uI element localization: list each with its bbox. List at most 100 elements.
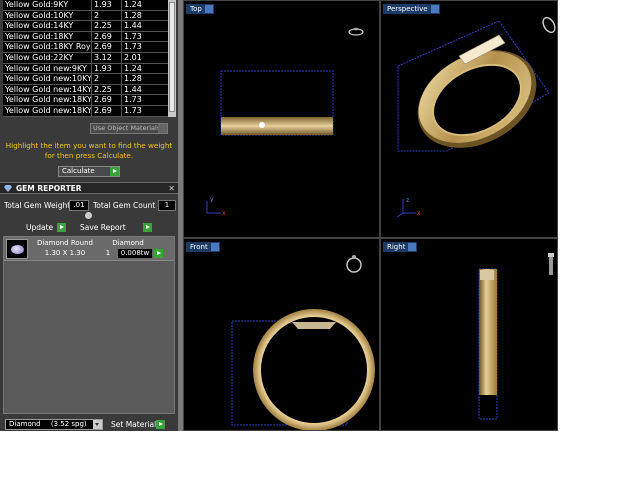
metal-table-row[interactable]: Yellow Gold:22KY 3.12 2.01 [3,52,176,64]
top-view-canvas: y x [206,27,364,217]
material-select-sg: (3.52 spg) [50,420,87,428]
perspective-view-canvas: z x [396,16,556,218]
metal-value-cell: 1.24 [121,0,159,10]
chevron-down-icon [93,420,102,429]
green-arrow-icon [143,223,152,232]
metal-name-cell: Yellow Gold:10KY [5,10,74,20]
metal-weight-table: Yellow Gold:9KY 1.93 1.24 Yellow Gold:10KY 2… [3,0,176,117]
gem-thumbnail [6,239,28,259]
metal-table-scrollbar[interactable] [168,0,176,117]
total-gem-count-value: 1 [158,200,176,211]
chevron-down-icon [408,243,417,251]
metal-table-row[interactable]: Yellow Gold:10KY 2 1.28 [3,10,176,22]
metal-table-row[interactable]: Yellow Gold new:9KY 1.93 1.24 [3,63,176,75]
gem-size: 1.30 X 1.30 [44,249,86,257]
metal-value-cell: 1.73 [121,105,159,116]
metal-weight-cell: 2.69 [91,95,121,105]
ring-thumbnail-icon [548,253,554,275]
metal-table-rows: Yellow Gold:9KY 1.93 1.24 Yellow Gold:10KY 2… [3,0,176,117]
metal-name-cell: Yellow Gold new:14KY [5,84,91,94]
gem-reporter-header: GEM REPORTER ✕ [0,182,178,194]
green-arrow-icon [57,223,66,232]
metal-weight-cell: 2.69 [91,42,121,52]
round-diamond-icon [11,245,24,254]
metal-value-cell: 1.73 [121,31,159,42]
svg-text:y: y [210,196,214,203]
use-object-materials-label: Use Object Materials [93,124,161,132]
splitter-handle[interactable] [85,212,92,219]
save-report-button[interactable]: Save Report [80,222,154,233]
metal-weight-cell: 2.25 [91,84,121,95]
diamond-marker [259,122,265,128]
metal-table-row[interactable]: Yellow Gold new:18KY 2.69 1.73 [3,95,176,106]
diamond-setting [480,270,494,280]
metal-name-cell: Yellow Gold new:18KY [5,95,91,105]
calculate-label: Calculate [62,167,95,175]
total-gem-weight-value: .01 [69,200,89,211]
metal-table-row[interactable]: Yellow Gold:9KY 1.93 1.24 [3,0,176,11]
material-select-name: Diamond [9,420,41,428]
metal-name-cell: Yellow Gold new:10KY [5,74,91,84]
metal-table-row[interactable]: Yellow Gold new:10KY 2 1.28 [3,74,176,85]
ring-thumbnail-icon [542,16,556,34]
metal-table-row[interactable]: Yellow Gold:18KY Royal 2.69 1.73 [3,42,176,53]
ring-right-view [479,269,497,395]
close-icon[interactable]: ✕ [168,183,175,194]
axis-gizmo: y x [206,196,226,217]
metal-weight-cell: 2.25 [91,21,121,31]
gem-totals: Total Gem Weight .01 Total Gem Count 1 [3,200,177,212]
viewport-label-top[interactable]: Top [186,4,214,14]
viewport-right[interactable]: Right [380,238,558,431]
left-panel: Yellow Gold:9KY 1.93 1.24 Yellow Gold:10KY 2… [0,0,180,431]
calculate-hint: Highlight the item you want to find the … [5,141,173,160]
scrollbar-thumb[interactable] [169,2,175,112]
metal-weight-cell: 3.12 [91,52,121,63]
metal-table-row[interactable]: Yellow Gold:18KY 2.69 1.73 [3,31,176,43]
metal-name-cell: Yellow Gold:22KY [5,52,74,62]
metal-weight-cell: 1.93 [91,0,121,10]
set-material-button[interactable]: Set Material [111,419,167,430]
metal-value-cell: 1.73 [121,42,159,52]
right-view-canvas [478,253,554,420]
calculate-button[interactable]: Calculate [58,166,120,177]
gem-list: Diamond Round 1.30 X 1.30 Diamond 1 0.00… [3,236,175,414]
total-gem-weight-label: Total Gem Weight [4,201,71,210]
viewport-top[interactable]: y x Top [183,0,380,238]
viewport-perspective[interactable]: z x Perspective [380,0,558,238]
svg-text:z: z [406,197,409,204]
viewport-label-text: Perspective [387,5,428,13]
metal-weight-cell: 2.69 [91,31,121,42]
gem-material: Diamond [112,239,144,247]
viewport-label-text: Right [387,243,406,251]
gem-list-item[interactable]: Diamond Round 1.30 X 1.30 Diamond 1 0.00… [4,237,174,261]
metal-name-cell: Yellow Gold new:9KY [5,63,87,73]
metal-table-row[interactable]: Yellow Gold new:18KY... 2.69 1.73 [3,105,176,117]
ring-thumbnail-icon [348,27,364,36]
green-arrow-icon[interactable] [154,249,163,258]
update-label: Update [26,223,54,232]
chevron-down-icon [210,243,219,251]
metal-name-cell: Yellow Gold:9KY [5,0,69,9]
axis-gizmo: z x [396,197,421,218]
metal-value-cell: 1.73 [121,95,159,105]
green-arrow-icon [156,420,165,429]
metal-value-cell: 1.44 [121,84,159,95]
save-report-label: Save Report [80,223,126,232]
viewport-label-perspective[interactable]: Perspective [383,4,440,14]
gem-weight: 0.008tw [118,249,152,258]
metal-name-cell: Yellow Gold:18KY Royal [5,42,91,52]
metal-table-row[interactable]: Yellow Gold new:14KY 2.25 1.44 [3,84,176,96]
metal-value-cell: 1.28 [121,10,159,21]
chevron-down-icon [204,5,213,13]
metal-value-cell: 2.01 [121,52,159,63]
svg-text:x: x [222,210,226,217]
set-material-label: Set Material [111,420,157,429]
metal-table-row[interactable]: Yellow Gold:14KY 2.25 1.44 [3,21,176,32]
use-object-materials-select[interactable]: Use Object Materials [90,123,168,134]
chevron-down-icon [430,5,439,13]
viewport-label-front[interactable]: Front [186,242,220,252]
update-button[interactable]: Update [26,222,66,233]
material-select[interactable]: Diamond (3.52 spg) [5,419,103,430]
viewport-label-right[interactable]: Right [383,242,418,252]
viewport-front[interactable]: Front [183,238,380,431]
